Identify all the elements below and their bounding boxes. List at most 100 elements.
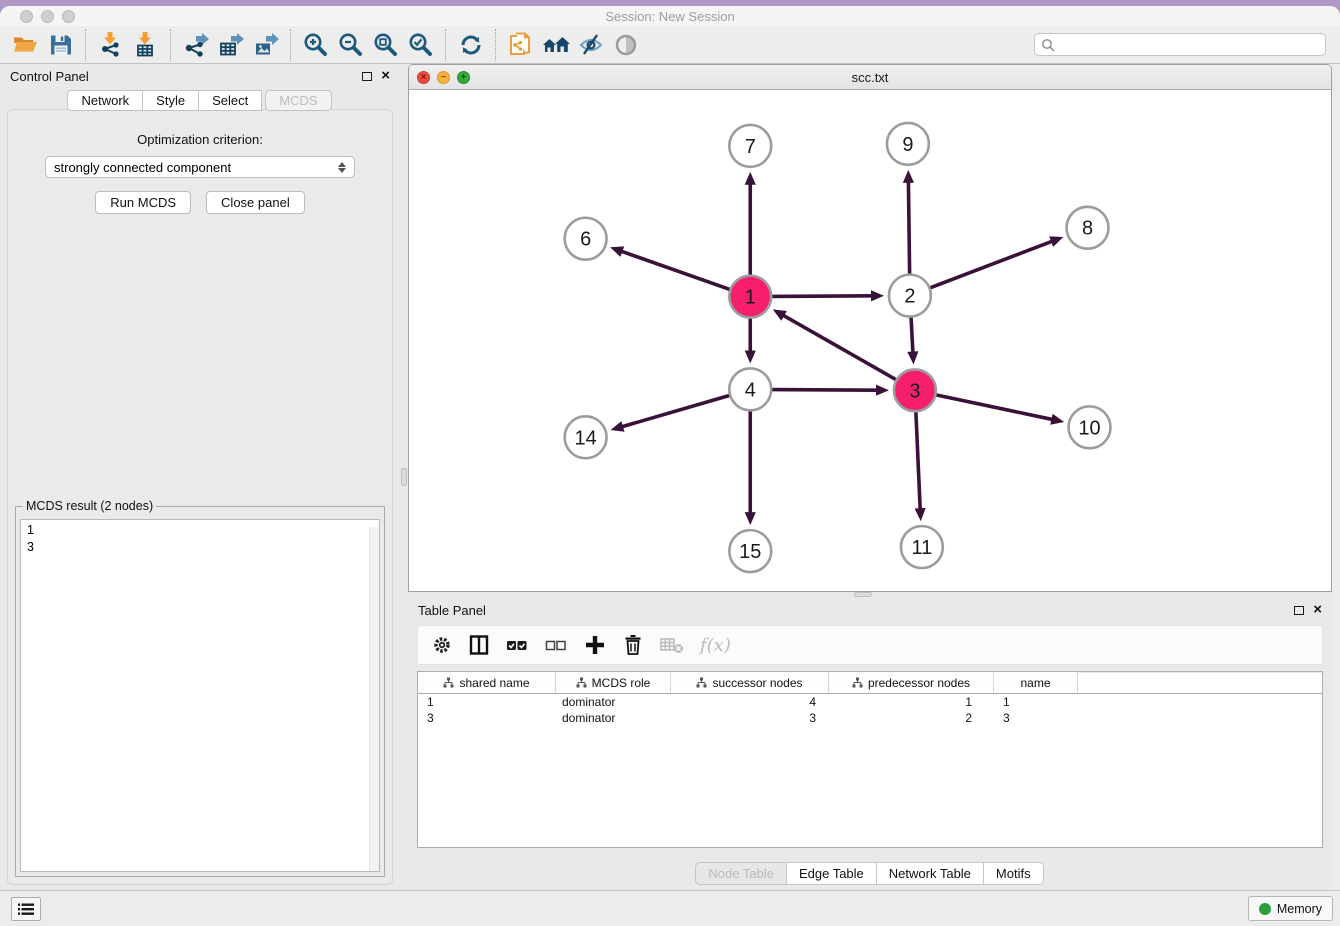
table-row[interactable]: 3 dominator 3 2 3 (418, 710, 1322, 726)
column-type-icon (576, 677, 587, 688)
graph-edge[interactable] (771, 390, 878, 391)
export-image-button[interactable] (248, 29, 283, 61)
graph-node-label: 15 (739, 541, 761, 563)
zoom-window-button[interactable] (62, 10, 75, 23)
graph-edge[interactable] (771, 296, 873, 297)
cell-predecessor-nodes: 2 (829, 710, 994, 726)
table-options-gear-icon[interactable] (431, 634, 453, 656)
control-panel-title: Control Panel (10, 69, 89, 84)
tab-network-table[interactable]: Network Table (876, 862, 984, 885)
splitter-grip[interactable] (854, 592, 872, 597)
graph-edge-arrowhead (745, 512, 756, 525)
column-header-shared-name[interactable]: shared name (418, 672, 556, 693)
select-all-icon[interactable] (505, 634, 529, 656)
close-panel-button[interactable]: Close panel (206, 191, 305, 214)
tab-node-table[interactable]: Node Table (695, 862, 787, 885)
cell-successor-nodes: 3 (671, 710, 829, 726)
zoom-out-button[interactable] (333, 29, 368, 61)
graph-edge[interactable] (911, 317, 913, 354)
zoom-fit-button[interactable] (368, 29, 403, 61)
graph-edge[interactable] (620, 251, 730, 290)
tab-edge-table[interactable]: Edge Table (786, 862, 877, 885)
run-mcds-button[interactable]: Run MCDS (95, 191, 191, 214)
network-window-titlebar: × − + scc.txt (409, 65, 1331, 90)
vertical-splitter[interactable] (400, 64, 408, 890)
minimize-window-button[interactable] (41, 10, 54, 23)
column-header-successor-nodes[interactable]: successor nodes (671, 672, 829, 693)
delete-column-icon[interactable] (622, 633, 644, 657)
deselect-all-icon[interactable] (544, 634, 568, 656)
tab-motifs[interactable]: Motifs (983, 862, 1044, 885)
mcds-result-text[interactable]: 1 3 (20, 519, 380, 872)
open-session-button[interactable] (8, 29, 43, 61)
hide-button[interactable] (573, 29, 608, 61)
minimize-view-button[interactable]: − (437, 71, 450, 84)
toolbar-separator (445, 29, 446, 61)
close-panel-icon[interactable]: × (381, 71, 390, 81)
node-table[interactable]: shared name MCDS role successor nodes pr… (417, 671, 1323, 848)
column-header-predecessor-nodes[interactable]: predecessor nodes (829, 672, 994, 693)
close-view-button[interactable]: × (417, 71, 430, 84)
graph-node-label: 10 (1078, 417, 1100, 439)
toolbar-separator (495, 29, 496, 61)
close-panel-icon[interactable]: × (1313, 605, 1322, 615)
memory-label: Memory (1277, 902, 1322, 916)
search-box[interactable] (1034, 33, 1326, 56)
tab-style[interactable]: Style (142, 90, 199, 111)
graph-node-label: 3 (909, 380, 920, 402)
tab-select[interactable]: Select (198, 90, 262, 111)
cell-name: 1 (994, 694, 1078, 710)
graph-edge[interactable] (916, 411, 920, 510)
column-header-mcds-role[interactable]: MCDS role (556, 672, 671, 693)
graph-edge-arrowhead (745, 350, 756, 363)
task-history-button[interactable] (11, 897, 41, 921)
graph-edge[interactable] (935, 395, 1053, 420)
result-scrollbar[interactable] (369, 527, 379, 871)
delete-table-icon-disabled (659, 634, 685, 656)
cell-shared-name: 3 (418, 710, 556, 726)
zoom-in-button[interactable] (298, 29, 333, 61)
memory-button[interactable]: Memory (1248, 896, 1333, 921)
import-network-button[interactable] (93, 29, 128, 61)
optimization-criterion-select[interactable]: strongly connected component (45, 156, 355, 178)
cell-mcds-role: dominator (556, 710, 671, 726)
add-column-icon[interactable] (583, 633, 607, 657)
search-input[interactable] (1060, 38, 1319, 52)
zoom-in-icon (302, 31, 330, 59)
show-button[interactable] (608, 29, 643, 61)
zoom-fit-icon (372, 31, 400, 59)
eye-icon (612, 31, 640, 59)
column-header-name[interactable]: name (994, 672, 1078, 693)
show-columns-icon[interactable] (468, 634, 490, 656)
import-table-button[interactable] (128, 29, 163, 61)
tab-network[interactable]: Network (67, 90, 143, 111)
graph-node-label: 1 (745, 287, 756, 309)
home-button[interactable] (538, 29, 573, 61)
optimization-criterion-label: Optimization criterion: (8, 132, 392, 147)
save-session-button[interactable] (43, 29, 78, 61)
maximize-view-button[interactable]: + (457, 71, 470, 84)
graph-edge[interactable] (621, 395, 730, 427)
export-table-icon (217, 31, 245, 59)
export-table-button[interactable] (213, 29, 248, 61)
network-graph[interactable]: 7968124314101511 (409, 90, 1331, 591)
zoom-selected-button[interactable] (403, 29, 438, 61)
graph-edge[interactable] (782, 315, 896, 380)
splitter-grip[interactable] (401, 468, 407, 486)
float-panel-icon[interactable] (362, 72, 372, 81)
cell-mcds-role: dominator (556, 694, 671, 710)
graph-edge-arrowhead (610, 246, 624, 257)
tab-mcds[interactable]: MCDS (265, 90, 331, 111)
mcds-result-group: MCDS result (2 nodes) 1 3 (15, 499, 385, 877)
float-panel-icon[interactable] (1294, 606, 1304, 615)
close-window-button[interactable] (20, 10, 33, 23)
refresh-button[interactable] (453, 29, 488, 61)
graph-edge[interactable] (929, 241, 1053, 288)
table-header-row: shared name MCDS role successor nodes pr… (418, 672, 1322, 694)
table-row[interactable]: 1 dominator 4 1 1 (418, 694, 1322, 710)
search-icon (1041, 38, 1055, 52)
export-network-button[interactable] (178, 29, 213, 61)
graph-edge[interactable] (908, 181, 909, 275)
network-file-button[interactable] (503, 29, 538, 61)
network-canvas[interactable]: 7968124314101511 (409, 90, 1331, 591)
